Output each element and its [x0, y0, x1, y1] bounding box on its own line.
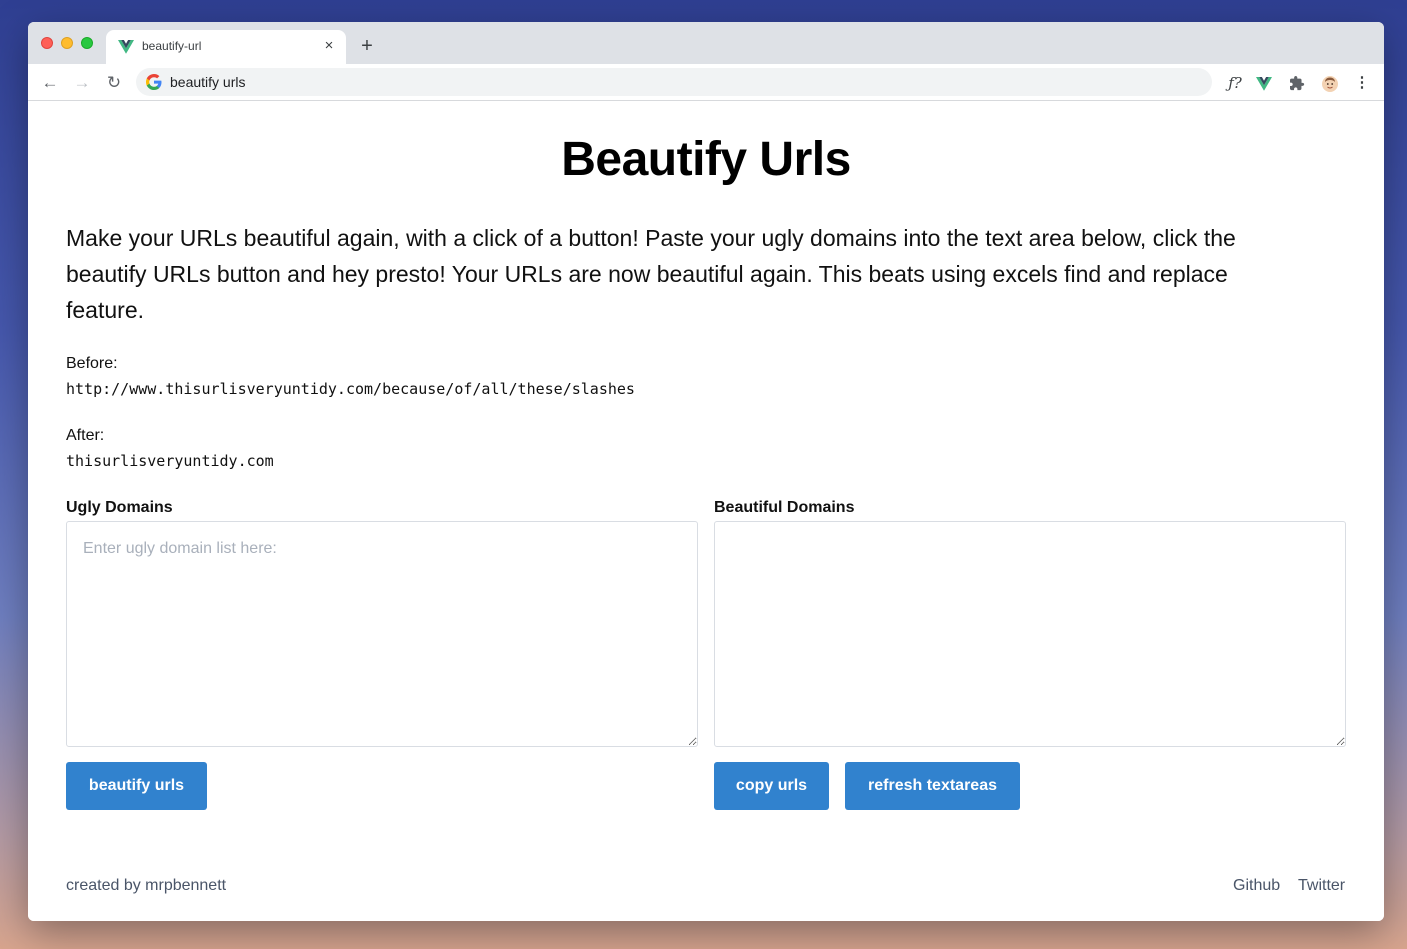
new-tab-button[interactable]: + — [356, 35, 378, 57]
vue-devtools-icon[interactable] — [1256, 77, 1272, 91]
tab-title: beautify-url — [142, 39, 202, 53]
ugly-domains-label: Ugly Domains — [66, 499, 173, 516]
browser-window: beautify-url × + ← → ↻ beautify urls ƒ? — [28, 22, 1384, 921]
puzzle-extensions-icon[interactable] — [1290, 76, 1305, 91]
intro-paragraph: Make your URLs beautiful again, with a c… — [66, 225, 1236, 323]
beautiful-domains-label: Beautiful Domains — [714, 499, 855, 516]
footer-credit: created by mrpbennett — [66, 877, 227, 894]
close-window-button[interactable] — [41, 37, 53, 49]
vue-logo-icon — [118, 40, 134, 54]
before-example: http://www.thisurlisveryuntidy.com/becau… — [66, 380, 635, 398]
zoom-window-button[interactable] — [81, 37, 93, 49]
tab-beautify-url[interactable]: beautify-url × — [106, 30, 346, 64]
before-label: Before: — [66, 355, 118, 372]
after-example: thisurlisveryuntidy.com — [66, 452, 274, 470]
google-logo-icon — [146, 74, 162, 90]
copy-urls-button[interactable]: copy urls — [714, 762, 829, 810]
page-title: Beautify Urls — [561, 133, 851, 186]
after-label: After: — [66, 427, 105, 444]
close-tab-icon[interactable]: × — [320, 37, 338, 55]
ugly-domains-textarea[interactable] — [66, 521, 698, 747]
font-extension-icon[interactable]: ƒ? — [1224, 72, 1246, 94]
browser-toolbar: ← → ↻ beautify urls ƒ? ⋮ — [28, 64, 1384, 101]
beautiful-domains-textarea[interactable] — [714, 521, 1346, 747]
forward-arrow-icon[interactable]: → — [71, 72, 93, 94]
reload-icon[interactable]: ↻ — [103, 72, 125, 94]
browser-menu-icon[interactable]: ⋮ — [1351, 72, 1373, 94]
minimize-window-button[interactable] — [61, 37, 73, 49]
address-text: beautify urls — [170, 74, 246, 90]
twitter-link[interactable]: Twitter — [1298, 877, 1345, 895]
page-content: Beautify Urls Make your URLs beautiful a… — [28, 102, 1384, 921]
github-link[interactable]: Github — [1233, 877, 1280, 895]
refresh-textareas-button[interactable]: refresh textareas — [845, 762, 1020, 810]
address-bar[interactable]: beautify urls — [136, 68, 1212, 96]
beautify-urls-button[interactable]: beautify urls — [66, 762, 207, 810]
tab-strip: beautify-url × + — [28, 22, 1384, 64]
back-arrow-icon[interactable]: ← — [39, 72, 61, 94]
profile-avatar-icon[interactable] — [1322, 76, 1338, 92]
